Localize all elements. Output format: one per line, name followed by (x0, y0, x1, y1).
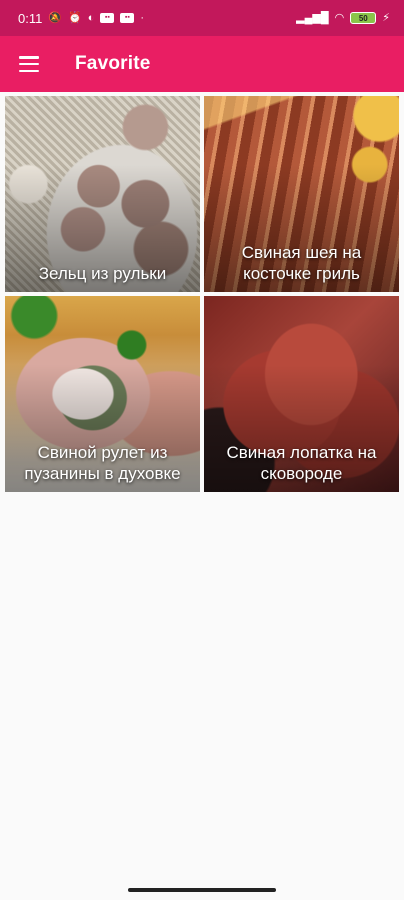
recipe-title: Свиная лопатка на сковороде (226, 443, 377, 483)
status-right: ▂▄▆█ ◠ 50 ⚡ (296, 12, 390, 24)
recipe-title: Зельц из рульки (38, 264, 167, 283)
recipe-title: Свиная шея на косточке гриль (241, 243, 362, 283)
gesture-nav-handle[interactable] (128, 888, 276, 892)
status-time: 0:11 (18, 10, 43, 26)
recipe-card[interactable]: Зельц из рульки (5, 96, 200, 292)
hamburger-menu-icon (19, 56, 39, 72)
recipe-card[interactable]: Свиной рулет из пузанины в духовке (5, 296, 200, 492)
recipe-grid: Зельц из рульки Свиная шея на косточке г… (5, 96, 399, 492)
status-left: 0:11 🔕 ⏰ ◐ ▪▪ ▪▪ · (18, 11, 144, 26)
alarm-icon: ⏰ (68, 11, 82, 24)
wifi-icon: ◠ (334, 11, 345, 24)
status-bar: 0:11 🔕 ⏰ ◐ ▪▪ ▪▪ · ▂▄▆█ ◠ 50 ⚡ (0, 0, 404, 36)
more-dot-icon: · (140, 11, 145, 24)
mute-icon: 🔕 (48, 11, 63, 24)
recipe-card[interactable]: Свиная лопатка на сковороде (204, 296, 399, 492)
notification-icon: ▪▪ (100, 13, 115, 23)
menu-button[interactable] (0, 36, 58, 92)
signal-icon: ▂▄▆█ (296, 11, 329, 24)
app-bar: Favorite (0, 36, 404, 92)
app-icon: ◐ (87, 11, 95, 24)
battery-icon: 50 (350, 12, 377, 24)
battery-level: 50 (358, 13, 368, 23)
recipe-title: Свиной рулет из пузанины в духовке (24, 443, 181, 483)
notification-icon-2: ▪▪ (120, 13, 135, 23)
charging-icon: ⚡ (382, 11, 390, 24)
recipe-card[interactable]: Свиная шея на косточке гриль (204, 96, 399, 292)
page-title: Favorite (75, 53, 151, 74)
